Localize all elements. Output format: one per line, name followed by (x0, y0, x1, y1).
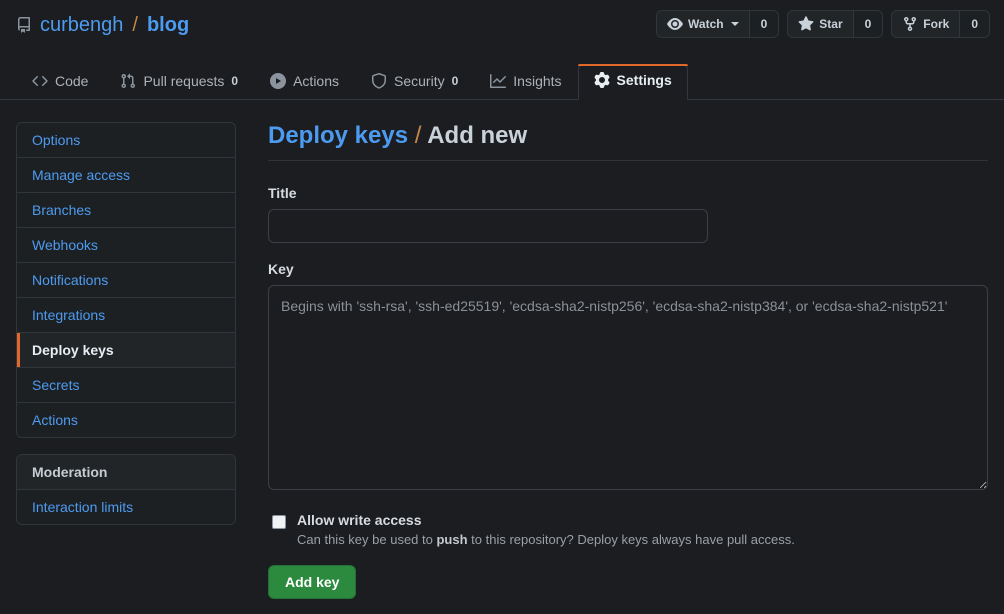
page-body: Options Manage access Branches Webhooks … (0, 100, 1004, 599)
tab-security-count: 0 (451, 74, 459, 88)
fork-label: Fork (923, 17, 950, 31)
watch-button-group: Watch 0 (656, 10, 780, 38)
tab-actions[interactable]: Actions (254, 65, 355, 100)
tab-insights[interactable]: Insights (474, 65, 577, 100)
tab-settings-label: Settings (616, 72, 672, 88)
settings-menu-moderation: Moderation Interaction limits (16, 454, 236, 525)
tab-code-label: Code (55, 73, 89, 89)
tab-actions-label: Actions (293, 73, 340, 89)
pull-request-icon (120, 73, 136, 89)
star-count[interactable]: 0 (852, 11, 883, 37)
allow-write-access-label[interactable]: Allow write access (297, 512, 795, 528)
title-input[interactable] (268, 209, 708, 243)
allow-write-access-note: Can this key be used to push to this rep… (297, 532, 795, 547)
settings-sidebar: Options Manage access Branches Webhooks … (16, 122, 236, 599)
repo-header: curbengh / blog Watch 0 Star 0 Fork 0 (0, 0, 1004, 50)
key-field-label: Key (268, 261, 294, 277)
key-textarea[interactable] (268, 285, 988, 490)
allow-write-access-text: Allow write access Can this key be used … (297, 512, 795, 547)
repo-name-link[interactable]: blog (147, 15, 189, 35)
repo-breadcrumb: curbengh / blog (16, 15, 189, 35)
sidebar-item-notifications[interactable]: Notifications (17, 263, 235, 298)
star-label: Star (819, 17, 843, 31)
code-icon (32, 73, 48, 89)
key-field-group: Key (268, 261, 988, 490)
tab-security-label: Security (394, 73, 445, 89)
note-after: to this repository? Deploy keys always h… (467, 532, 795, 547)
tab-pull-requests-count: 0 (231, 74, 239, 88)
page-title: Deploy keys / Add new (268, 122, 988, 161)
tab-settings[interactable]: Settings (577, 64, 689, 100)
sidebar-heading-moderation: Moderation (17, 455, 235, 490)
watch-button[interactable]: Watch (657, 11, 749, 37)
tab-pull-requests-label: Pull requests (143, 73, 225, 89)
sidebar-item-manage-access[interactable]: Manage access (17, 158, 235, 193)
add-key-button[interactable]: Add key (268, 565, 357, 599)
title-field-group: Title (268, 185, 988, 243)
star-button-group: Star 0 (787, 10, 884, 38)
tab-insights-label: Insights (513, 73, 562, 89)
tab-code[interactable]: Code (16, 65, 104, 100)
sidebar-item-webhooks[interactable]: Webhooks (17, 228, 235, 263)
sidebar-item-options[interactable]: Options (17, 123, 235, 158)
gear-icon (594, 72, 610, 88)
fork-button[interactable]: Fork (892, 11, 960, 37)
breadcrumb-deploy-keys[interactable]: Deploy keys (268, 122, 408, 149)
chevron-down-icon (730, 22, 739, 26)
repo-icon (16, 17, 32, 33)
eye-icon (667, 16, 683, 32)
main-content: Deploy keys / Add new Title Key Allow wr… (268, 122, 988, 599)
tab-security[interactable]: Security 0 (355, 65, 474, 100)
fork-button-group: Fork 0 (891, 10, 990, 38)
fork-count[interactable]: 0 (959, 11, 989, 37)
tab-pull-requests[interactable]: Pull requests 0 (104, 65, 254, 100)
breadcrumb-separator: / (414, 122, 422, 149)
title-field-label: Title (268, 185, 297, 201)
sidebar-item-actions[interactable]: Actions (17, 403, 235, 437)
sidebar-item-deploy-keys[interactable]: Deploy keys (17, 333, 235, 368)
sidebar-item-interaction-limits[interactable]: Interaction limits (17, 490, 235, 524)
allow-write-access-checkbox[interactable] (272, 515, 286, 529)
watch-count[interactable]: 0 (748, 11, 779, 37)
repo-tab-navigation: Code Pull requests 0 Actions Security 0 (0, 50, 1004, 100)
settings-menu-primary: Options Manage access Branches Webhooks … (16, 122, 236, 438)
watch-label: Watch (688, 17, 724, 31)
breadcrumb-current: Add new (427, 122, 528, 149)
repo-owner-link[interactable]: curbengh (40, 15, 123, 35)
star-button[interactable]: Star (788, 11, 853, 37)
star-icon (798, 16, 814, 32)
shield-icon (371, 73, 387, 89)
graph-icon (490, 73, 507, 89)
note-bold: push (436, 532, 468, 547)
sidebar-item-integrations[interactable]: Integrations (17, 298, 235, 333)
fork-icon (902, 16, 918, 32)
repo-separator: / (132, 14, 138, 36)
sidebar-item-branches[interactable]: Branches (17, 193, 235, 228)
sidebar-item-secrets[interactable]: Secrets (17, 368, 235, 403)
note-before: Can this key be used to (297, 532, 437, 547)
allow-write-access-row: Allow write access Can this key be used … (268, 512, 988, 547)
play-icon (270, 73, 287, 89)
repo-actions: Watch 0 Star 0 Fork 0 (656, 10, 990, 38)
